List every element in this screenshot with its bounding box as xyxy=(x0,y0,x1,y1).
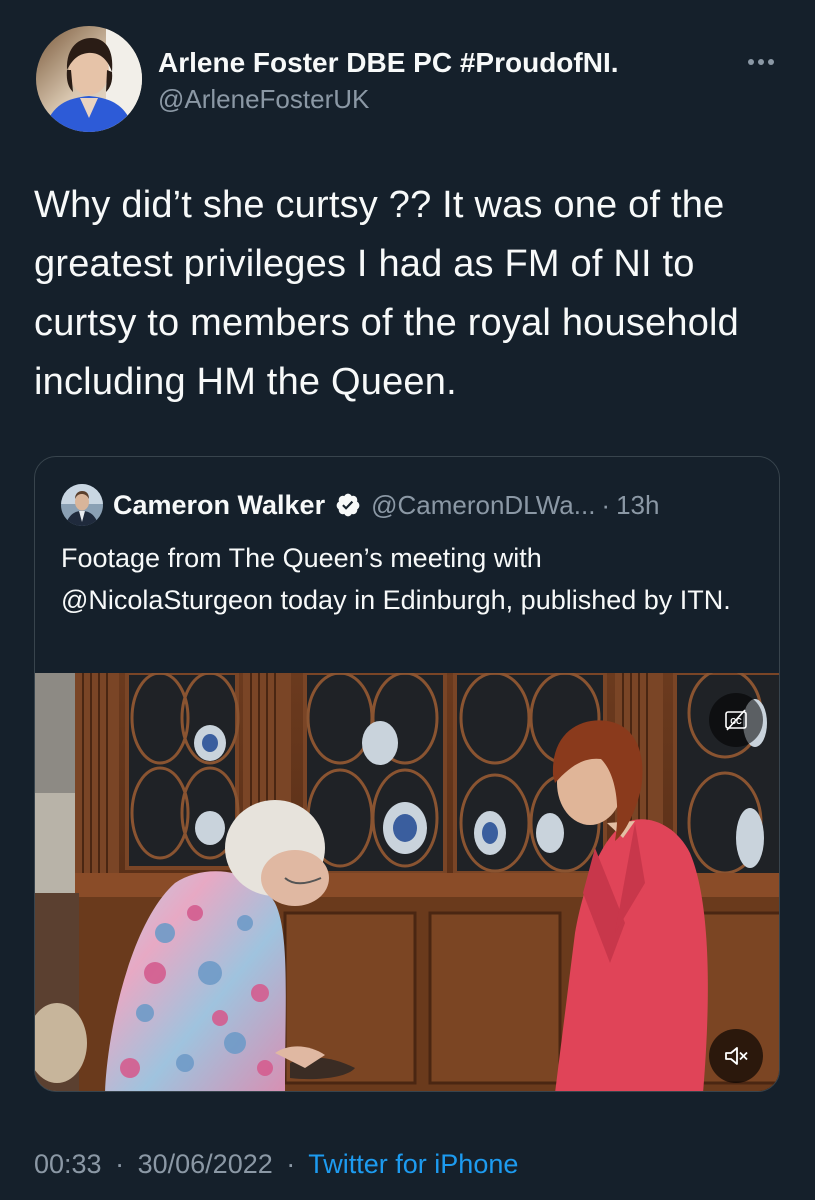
volume-muted-icon xyxy=(725,1047,748,1065)
quoted-tweet-age[interactable]: 13h xyxy=(616,490,659,521)
mute-button[interactable] xyxy=(709,1029,763,1083)
meta-separator: · xyxy=(601,489,611,520)
quoted-tweet-header: Cameron Walker @CameronDLWa... · 13h xyxy=(61,483,659,527)
more-options-button[interactable] xyxy=(741,50,781,74)
captions-button[interactable]: CC xyxy=(709,693,763,747)
quoted-tweet-card[interactable]: Cameron Walker @CameronDLWa... · 13h Foo… xyxy=(34,456,780,1092)
video-frame xyxy=(35,673,779,1091)
tweet-time[interactable]: 00:33 xyxy=(34,1149,102,1179)
more-horizontal-icon xyxy=(748,59,774,65)
tweet-text: Why did’t she curtsy ?? It was one of th… xyxy=(34,184,740,403)
quoted-tweet-video[interactable]: CC xyxy=(35,673,779,1091)
author-handle[interactable]: @ArleneFosterUK xyxy=(158,82,619,116)
quoted-author-handle[interactable]: @CameronDLWa... xyxy=(371,490,595,521)
tweet-metadata: 00:33 · 30/06/2022 · Twitter for iPhone xyxy=(34,1144,518,1184)
verified-badge-icon xyxy=(336,493,360,517)
quoted-tweet-text: Footage from The Queen’s meeting with @N… xyxy=(61,543,731,615)
tweet-date[interactable]: 30/06/2022 xyxy=(138,1149,273,1179)
author-avatar[interactable] xyxy=(36,26,142,132)
tweet-detail: Arlene Foster DBE PC #ProudofNI. @Arlene… xyxy=(0,0,815,1200)
tweet-source-link[interactable]: Twitter for iPhone xyxy=(308,1149,518,1179)
author-display-name[interactable]: Arlene Foster DBE PC #ProudofNI. xyxy=(158,46,619,80)
quoted-author-display-name[interactable]: Cameron Walker xyxy=(113,490,325,521)
author-info: Arlene Foster DBE PC #ProudofNI. @Arlene… xyxy=(158,46,619,116)
meta-separator: · xyxy=(115,1149,125,1179)
captions-icon: CC xyxy=(725,709,747,731)
quoted-author-avatar xyxy=(61,484,103,526)
tweet-header: Arlene Foster DBE PC #ProudofNI. @Arlene… xyxy=(34,24,781,136)
meta-separator: · xyxy=(286,1149,296,1179)
